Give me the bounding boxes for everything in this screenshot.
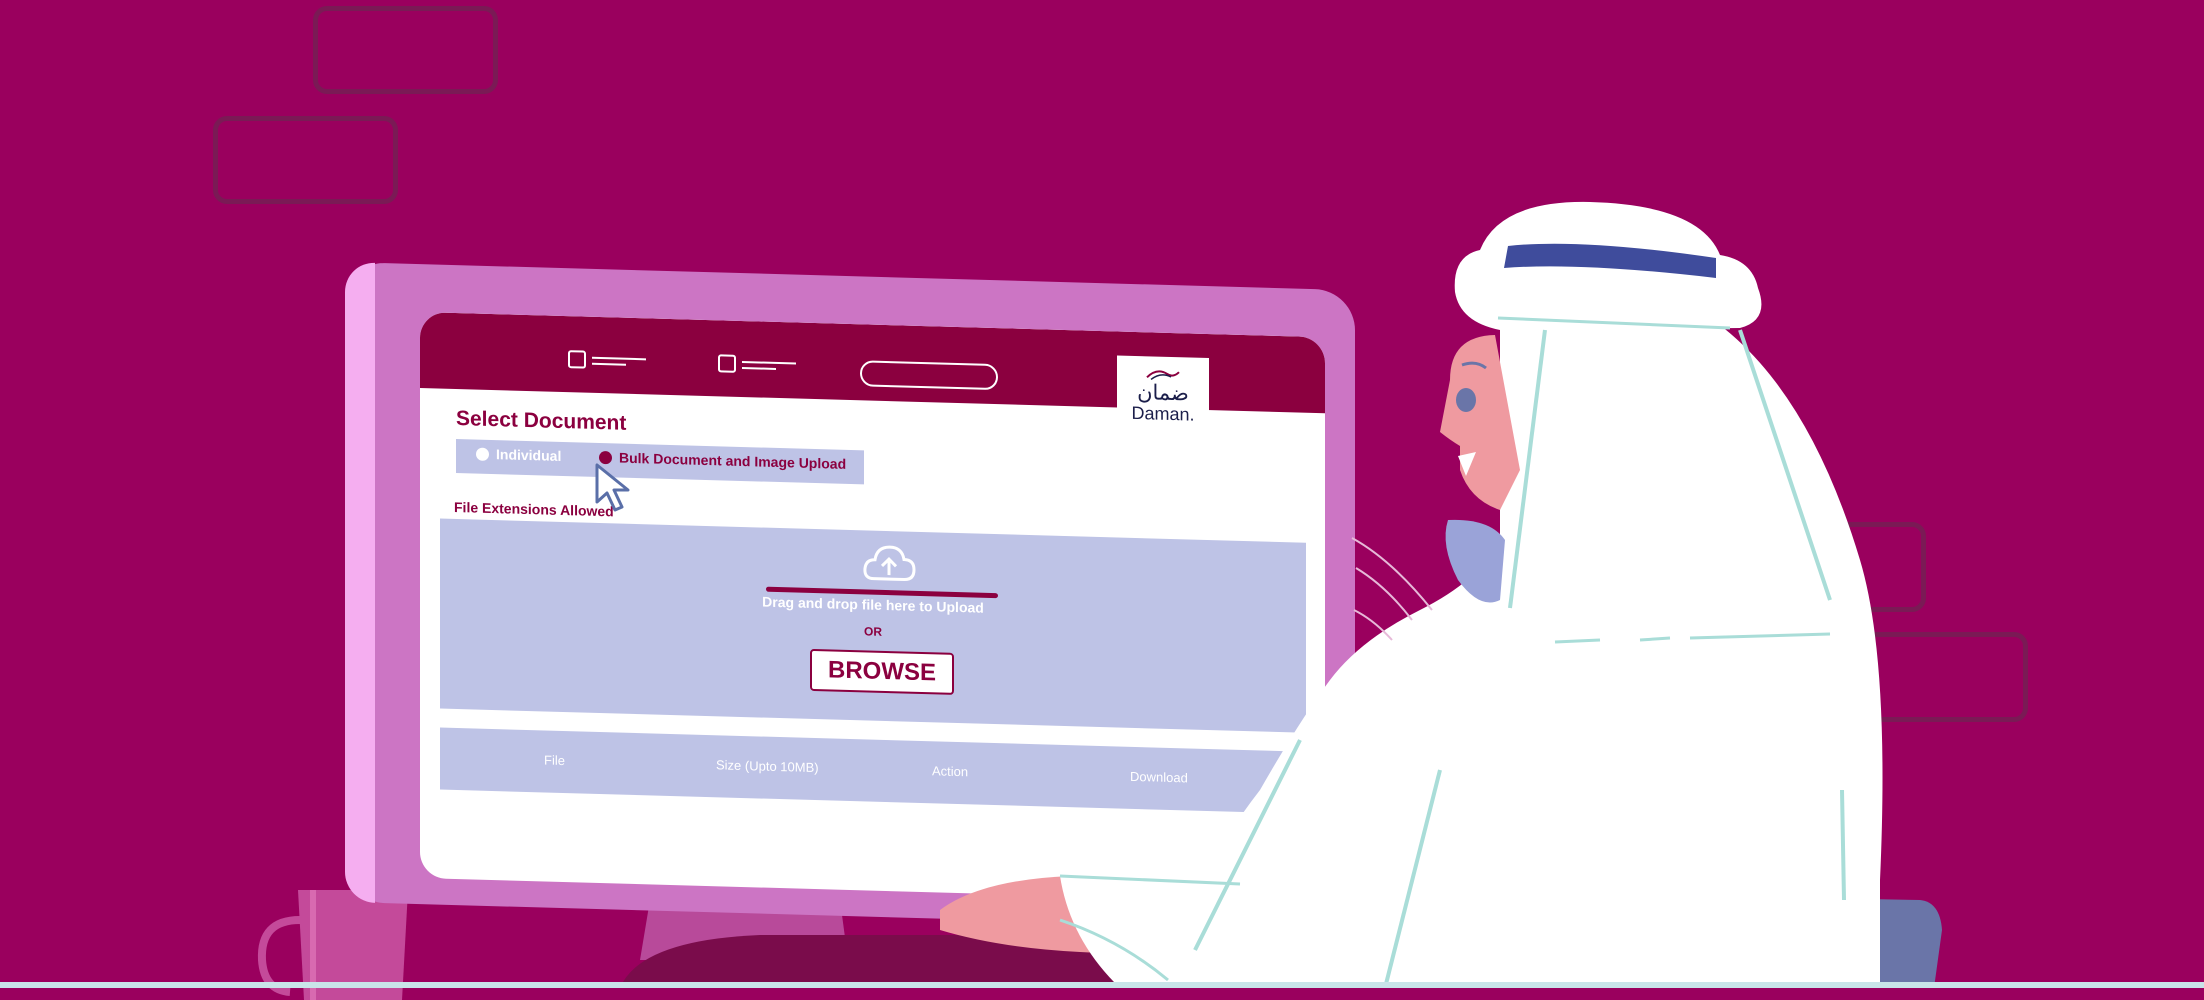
bottom-strip (0, 982, 2204, 988)
person-illustration (940, 201, 1942, 988)
